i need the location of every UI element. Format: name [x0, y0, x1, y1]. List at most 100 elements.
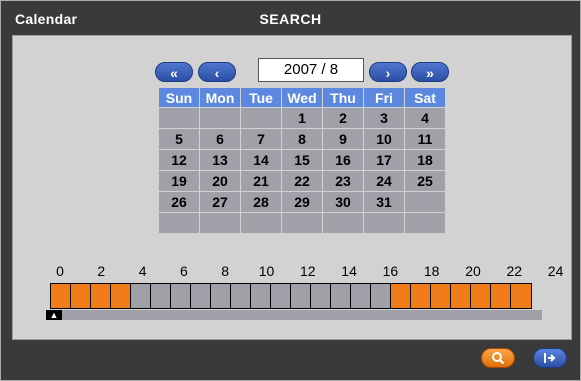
- timeline-slot-recorded[interactable]: [471, 284, 491, 308]
- calendar-day-cell[interactable]: 4: [405, 108, 445, 128]
- calendar-week-row: 12 13 14 15 16 17 18: [159, 150, 445, 170]
- calendar-day-cell[interactable]: 18: [405, 150, 445, 170]
- calendar-empty-cell: [323, 213, 363, 233]
- calendar-day-cell[interactable]: 5: [159, 129, 199, 149]
- hour-label: 12: [300, 263, 316, 279]
- next-month-button[interactable]: ›: [369, 62, 407, 82]
- calendar-empty-cell: [282, 213, 322, 233]
- timeline-slot-empty[interactable]: [271, 284, 291, 308]
- timeline-slot-recorded[interactable]: [111, 284, 131, 308]
- calendar-day-cell[interactable]: 17: [364, 150, 404, 170]
- calendar-panel: « ‹ 2007 / 8 › » Sun Mon Tue Wed Thu Fri Sat 1…: [12, 35, 572, 340]
- calendar-week-row: 1234: [159, 108, 445, 128]
- calendar-day-cell[interactable]: 20: [200, 171, 240, 191]
- prev-month-button[interactable]: ‹: [198, 62, 236, 82]
- next-year-button[interactable]: »: [411, 62, 449, 82]
- timeline-slot-recorded[interactable]: [51, 284, 71, 308]
- calendar-empty-cell: [159, 108, 199, 128]
- calendar-day-cell[interactable]: 6: [200, 129, 240, 149]
- timeline-slot-empty[interactable]: [211, 284, 231, 308]
- calendar-day-cell[interactable]: 28: [241, 192, 281, 212]
- calendar-day-cell[interactable]: 7: [241, 129, 281, 149]
- calendar-empty-cell: [200, 108, 240, 128]
- search-icon: [492, 352, 505, 365]
- hour-label: 10: [258, 263, 275, 279]
- calendar-day-cell[interactable]: 29: [282, 192, 322, 212]
- weekday-header: Tue: [241, 88, 281, 107]
- title-bar: Calendar SEARCH: [1, 1, 580, 35]
- timeline-slot-recorded[interactable]: [491, 284, 511, 308]
- timeline-slot-empty[interactable]: [231, 284, 251, 308]
- calendar-day-cell[interactable]: 27: [200, 192, 240, 212]
- calendar-day-cell[interactable]: 23: [323, 171, 363, 191]
- calendar-day-cell[interactable]: 30: [323, 192, 363, 212]
- timeline-slot-recorded[interactable]: [71, 284, 91, 308]
- timeline-slot-empty[interactable]: [151, 284, 171, 308]
- calendar-day-cell[interactable]: 12: [159, 150, 199, 170]
- year-month-display: 2007 / 8: [258, 58, 364, 82]
- calendar-day-cell[interactable]: 13: [200, 150, 240, 170]
- timeline-slot-empty[interactable]: [191, 284, 211, 308]
- calendar-day-cell[interactable]: 24: [364, 171, 404, 191]
- search-button[interactable]: [481, 348, 515, 368]
- timeline-slot-recorded[interactable]: [511, 284, 531, 308]
- timeline-slot-recorded[interactable]: [91, 284, 111, 308]
- timeline-slot-recorded[interactable]: [431, 284, 451, 308]
- calendar-day-cell[interactable]: 9: [323, 129, 363, 149]
- timeline-slot-recorded[interactable]: [451, 284, 471, 308]
- calendar-day-cell[interactable]: 11: [405, 129, 445, 149]
- calendar-empty-cell: [200, 213, 240, 233]
- calendar-day-cell[interactable]: 8: [282, 129, 322, 149]
- exit-button[interactable]: [533, 348, 567, 368]
- timeline-slot-empty[interactable]: [311, 284, 331, 308]
- calendar-empty-cell: [364, 213, 404, 233]
- calendar-day-cell[interactable]: 25: [405, 171, 445, 191]
- weekday-header: Wed: [282, 88, 322, 107]
- calendar-day-cell[interactable]: 15: [282, 150, 322, 170]
- hour-label: 22: [506, 263, 523, 279]
- calendar-week-row: 26 27 28 29 30 31: [159, 192, 445, 212]
- timeline-slot-empty[interactable]: [291, 284, 311, 308]
- calendar-day-cell[interactable]: 2: [323, 108, 363, 128]
- timeline-slot-recorded[interactable]: [411, 284, 431, 308]
- timeline-slot-empty[interactable]: [131, 284, 151, 308]
- calendar-week-row: 19 20 21 22 23 24 25: [159, 171, 445, 191]
- prev-year-button[interactable]: «: [155, 62, 193, 82]
- recording-timeline[interactable]: [50, 283, 532, 309]
- timeline-slot-empty[interactable]: [251, 284, 271, 308]
- calendar-week-row: 5 6 7 8 9 10 11: [159, 129, 445, 149]
- timeline-slot-empty[interactable]: [351, 284, 371, 308]
- calendar-day-cell[interactable]: 10: [364, 129, 404, 149]
- calendar-day-cell[interactable]: 21: [241, 171, 281, 191]
- calendar-day-cell[interactable]: 16: [323, 150, 363, 170]
- timeline-slot-recorded[interactable]: [391, 284, 411, 308]
- timeline-slot-empty[interactable]: [331, 284, 351, 308]
- calendar-empty-cell: [405, 213, 445, 233]
- hour-label: 0: [56, 263, 64, 279]
- calendar-day-cell[interactable]: 31: [364, 192, 404, 212]
- calendar-week-row: [159, 213, 445, 233]
- calendar-empty-cell: [241, 108, 281, 128]
- calendar-empty-cell: [241, 213, 281, 233]
- timeline-slot-empty[interactable]: [371, 284, 391, 308]
- calendar-empty-cell: [405, 192, 445, 212]
- calendar-day-cell[interactable]: 22: [282, 171, 322, 191]
- calendar-search-window: Calendar SEARCH « ‹ 2007 / 8 › » Sun Mon T…: [0, 0, 581, 381]
- timeline-slot-empty[interactable]: [171, 284, 191, 308]
- calendar-day-cell[interactable]: 19: [159, 171, 199, 191]
- weekday-header: Thu: [323, 88, 363, 107]
- hour-label: 4: [138, 263, 147, 279]
- scroll-thumb-up-icon[interactable]: ▲: [46, 310, 62, 320]
- calendar-day-cell[interactable]: 1: [282, 108, 322, 128]
- timeline-scrollbar[interactable]: ▲: [46, 310, 542, 320]
- calendar-day-cell[interactable]: 3: [364, 108, 404, 128]
- hour-label: 24: [547, 263, 564, 279]
- calendar-day-cell[interactable]: 26: [159, 192, 199, 212]
- hour-label: 18: [423, 263, 440, 279]
- weekday-header: Fri: [364, 88, 404, 107]
- hour-scale: 0 2 4 6 8 10 12 14 16 18 20 22 24: [13, 263, 571, 281]
- exit-icon: [544, 353, 556, 363]
- calendar-day-cell[interactable]: 14: [241, 150, 281, 170]
- weekday-header: Sun: [159, 88, 199, 107]
- calendar-grid: Sun Mon Tue Wed Thu Fri Sat 1 2 3 4 5 6 7 8 9 10 11 12 13 1…: [158, 87, 446, 234]
